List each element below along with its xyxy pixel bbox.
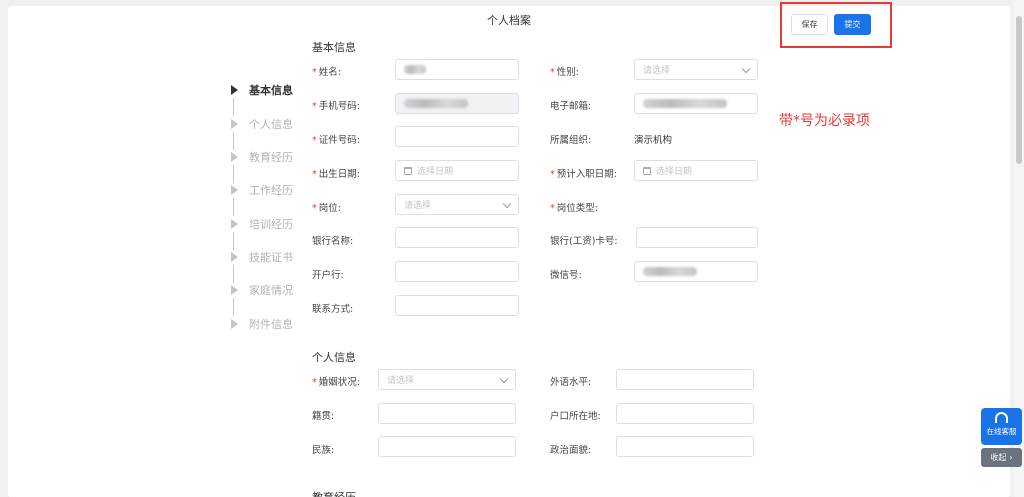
name-input[interactable] xyxy=(395,59,519,80)
basic-section-title: 基本信息 xyxy=(312,41,356,54)
post-select[interactable]: 请选择 xyxy=(395,194,519,215)
contact-label: 联系方式: xyxy=(312,304,354,315)
org-label: 所属组织: xyxy=(550,135,592,146)
gender-select[interactable]: 请选择 xyxy=(634,59,758,80)
redacted-value xyxy=(643,267,697,276)
triangle-icon xyxy=(231,185,238,195)
political-label: 政治面貌: xyxy=(550,445,592,456)
native-label: 籍贯: xyxy=(312,411,335,422)
marital-label: * 婚姻状况: xyxy=(312,377,360,388)
hukou-label: 户口所在地: xyxy=(550,411,601,422)
card-input[interactable] xyxy=(636,227,758,248)
chevron-down-icon xyxy=(502,199,512,209)
step-basic[interactable]: 基本信息 xyxy=(228,82,293,98)
birth-date-picker[interactable]: 选择日期 xyxy=(395,160,519,181)
step-education[interactable]: 教育经历 xyxy=(228,149,293,165)
language-input[interactable] xyxy=(616,369,754,390)
online-service-button[interactable]: 在线客服 xyxy=(981,408,1022,445)
triangle-icon xyxy=(231,252,238,262)
triangle-icon xyxy=(231,119,238,129)
required-note: 带*号为必录项 xyxy=(779,113,870,129)
step-training[interactable]: 培训经历 xyxy=(228,216,293,232)
step-connector xyxy=(233,198,234,216)
save-button[interactable]: 保存 xyxy=(791,14,828,35)
triangle-icon xyxy=(231,152,238,162)
entry-date-picker[interactable]: 选择日期 xyxy=(634,160,758,181)
step-connector xyxy=(233,132,234,150)
bank-label: 银行名称: xyxy=(312,236,354,247)
phone-input[interactable] xyxy=(395,93,519,114)
bank-input[interactable] xyxy=(395,227,519,248)
ethnic-label: 民族: xyxy=(312,445,335,456)
branch-label: 开户行: xyxy=(312,270,344,281)
step-family[interactable]: 家庭情况 xyxy=(228,282,293,298)
org-value: 演示机构 xyxy=(634,135,673,146)
step-connector xyxy=(233,98,234,116)
political-input[interactable] xyxy=(616,436,754,457)
email-label: 电子邮箱: xyxy=(550,101,592,112)
language-label: 外语水平: xyxy=(550,377,592,388)
branch-input[interactable] xyxy=(395,261,519,282)
ethnic-input[interactable] xyxy=(378,436,516,457)
step-connector xyxy=(233,232,234,250)
chevron-right-icon: › xyxy=(1009,453,1013,462)
entry-label: * 预计入职日期: xyxy=(550,169,617,180)
triangle-icon xyxy=(231,285,238,295)
step-connector xyxy=(233,165,234,183)
chevron-down-icon xyxy=(499,374,509,384)
headset-icon xyxy=(995,412,1008,423)
calendar-icon xyxy=(404,166,412,175)
native-input[interactable] xyxy=(378,403,516,424)
email-input[interactable] xyxy=(634,93,758,114)
calendar-icon xyxy=(643,166,651,175)
redacted-value xyxy=(643,99,727,108)
wechat-label: 微信号: xyxy=(550,270,582,281)
name-label: * 姓名: xyxy=(312,67,341,78)
post-label: * 岗位: xyxy=(312,203,341,214)
personal-section-title: 个人信息 xyxy=(312,351,356,364)
triangle-icon xyxy=(231,85,238,95)
marital-select[interactable]: 请选择 xyxy=(378,369,516,390)
wechat-input[interactable] xyxy=(634,261,758,282)
step-attachments[interactable]: 附件信息 xyxy=(228,316,293,332)
redacted-value xyxy=(404,99,468,108)
birth-label: * 出生日期: xyxy=(312,169,360,180)
gender-label: * 性别: xyxy=(550,67,579,78)
step-certificate[interactable]: 技能证书 xyxy=(228,249,293,265)
id-label: * 证件号码: xyxy=(312,135,360,146)
phone-label: * 手机号码: xyxy=(312,101,360,112)
post-type-label: * 岗位类型: xyxy=(550,203,598,214)
profile-page: 个人档案 保存 提交 带*号为必录项 基本信息 个人信息 教育经历 工作经历 培… xyxy=(8,2,1010,497)
step-personal[interactable]: 个人信息 xyxy=(228,116,293,132)
triangle-icon xyxy=(231,319,238,329)
redacted-value xyxy=(404,65,426,74)
card-label: 银行(工资)卡号: xyxy=(550,236,618,247)
contact-input[interactable] xyxy=(395,295,519,316)
hukou-input[interactable] xyxy=(616,403,754,424)
education-section-title: 教育经历 xyxy=(312,489,356,497)
id-input[interactable] xyxy=(395,126,519,147)
chevron-down-icon xyxy=(741,64,751,74)
submit-button[interactable]: 提交 xyxy=(834,14,871,35)
collapse-button[interactable]: 收起 › xyxy=(981,448,1022,467)
step-connector xyxy=(233,298,234,316)
step-work[interactable]: 工作经历 xyxy=(228,182,293,198)
triangle-icon xyxy=(231,219,238,229)
scroll-thumb[interactable] xyxy=(1016,16,1022,164)
step-connector xyxy=(233,265,234,283)
